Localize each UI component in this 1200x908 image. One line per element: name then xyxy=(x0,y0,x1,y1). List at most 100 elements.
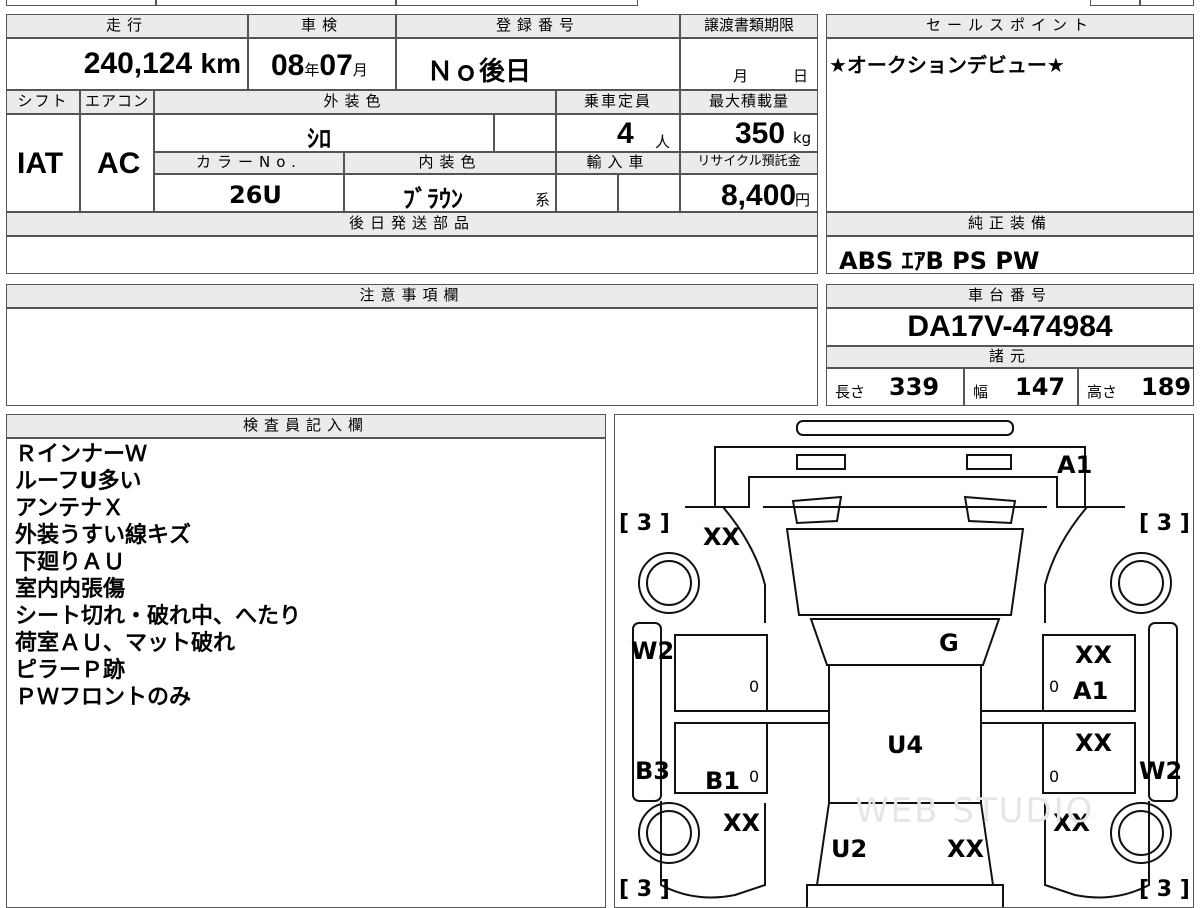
rear-bumper-shape xyxy=(806,884,1004,907)
tire-count-rear-left: [ 3 ] xyxy=(619,877,670,902)
registration-label: 登録番号 xyxy=(396,14,680,38)
inspector-note: ピラーＰ跡 xyxy=(15,658,126,683)
tire-count-front-left: [ 3 ] xyxy=(619,511,670,536)
caution-box xyxy=(6,308,818,406)
top-strip-1 xyxy=(6,0,156,6)
damage-diagram: [ 3 ] [ 3 ] [ 3 ] [ 3 ] A1 XX G XX A1 XX… xyxy=(614,414,1194,908)
mark-g-hood: G xyxy=(939,629,959,657)
right-fender-curve xyxy=(1044,506,1125,623)
color-no-cell: 26U xyxy=(154,174,344,212)
mark-xx-rear-right-door: XX xyxy=(1075,729,1113,757)
inspector-note: アンテナＸ xyxy=(15,496,125,521)
odometer-unit: km xyxy=(200,48,241,79)
top-strip-2 xyxy=(156,0,396,6)
spec-width-cell: 幅 147 xyxy=(964,368,1078,406)
interior-color-suffix: 系 xyxy=(535,191,551,209)
specs-label: 諸元 xyxy=(826,346,1194,368)
wheel-rear-left-inner xyxy=(646,810,692,856)
recycle-cell: 8,400 円 xyxy=(680,174,818,212)
inspector-note: 外装うすい線キズ xyxy=(15,523,192,548)
windshield-shape xyxy=(785,528,1025,616)
caution-label: 注意事項欄 xyxy=(6,284,818,308)
inspector-notes-box: ＲインナーＷ ルーフU多い アンテナＸ 外装うすい線キズ 下廻りＡＵ 室内内張傷… xyxy=(6,438,606,908)
capacity-cell: 4 人 xyxy=(556,114,680,152)
inspector-label: 検査員記入欄 xyxy=(6,414,606,438)
chassis-box: DA17V-474984 xyxy=(826,308,1194,346)
interior-color-value: ﾌﾞﾗｳﾝ xyxy=(403,185,463,212)
shaken-month: 07 xyxy=(319,49,353,82)
spec-width-label: 幅 xyxy=(973,383,989,401)
headlamp-left xyxy=(791,495,843,525)
spec-length-value: 339 xyxy=(889,373,940,401)
inspector-note: 室内内張傷 xyxy=(15,577,126,602)
max-load-value: 350 xyxy=(735,117,786,150)
aircon-value: AC xyxy=(97,147,141,180)
sales-point-label: セールスポイント xyxy=(826,14,1194,38)
transfer-deadline-month-unit: 月 xyxy=(733,67,749,85)
mark-xx-front-left: XX xyxy=(703,523,741,551)
mark-b3-left: B3 xyxy=(635,757,670,785)
exterior-color-value: ｼﾛ xyxy=(307,125,331,152)
recycle-value: 8,400 xyxy=(721,179,797,212)
spec-height-label: 高さ xyxy=(1087,383,1118,401)
mark-zero-left-rear: 0 xyxy=(749,767,760,786)
mark-b1: B1 xyxy=(705,767,740,795)
genuine-equipment-box: ABS ｴｱB PS PW xyxy=(826,236,1194,275)
top-strip-4 xyxy=(1090,0,1140,6)
shaken-cell: 08年07月 xyxy=(248,38,396,90)
inspector-note: ＰＷフロントのみ xyxy=(15,685,192,710)
import-label: 輸入車 xyxy=(556,152,680,174)
shaken-year: 08 xyxy=(271,49,305,82)
mark-xx-front-right-door: XX xyxy=(1075,641,1113,669)
tire-count-front-right: [ 3 ] xyxy=(1139,511,1190,536)
exterior-color-extra-cell xyxy=(494,114,556,152)
sales-point-text: ★オークションデビュー★ xyxy=(829,53,1065,77)
inspector-note: シート切れ・破れ中、へたり xyxy=(15,604,302,629)
odometer-cell: 240,124 km xyxy=(6,38,248,90)
mark-xx-rear-center: XX xyxy=(947,835,985,863)
shift-label: シフト xyxy=(6,90,80,114)
top-strip-5 xyxy=(1140,0,1194,6)
mark-zero-right-rear: 0 xyxy=(1049,767,1060,786)
inspector-note: ルーフU多い xyxy=(15,469,142,494)
cowl-shape xyxy=(809,618,1001,666)
genuine-equipment-label: 純正装備 xyxy=(826,212,1194,236)
later-parts-label: 後日発送部品 xyxy=(6,212,818,236)
recycle-label: リサイクル預託金 xyxy=(680,152,818,174)
spec-width-value: 147 xyxy=(1015,373,1066,401)
top-strip-3 xyxy=(396,0,638,6)
shaken-date: 08年07月 xyxy=(271,49,368,83)
odometer-value: 240,124 xyxy=(83,47,193,80)
max-load-label: 最大積載量 xyxy=(680,90,818,114)
color-no-value: 26U xyxy=(229,181,282,209)
front-bumper-shape xyxy=(796,420,1014,436)
shaken-label: 車検 xyxy=(248,14,396,38)
import-cell-2 xyxy=(618,174,680,212)
registration-cell: Ｎｏ後日 xyxy=(396,38,680,90)
interior-color-label: 内装色 xyxy=(344,152,556,174)
color-no-label: カラーNo. xyxy=(154,152,344,174)
headlamp-right xyxy=(963,495,1017,525)
wheel-rear-right-inner xyxy=(1118,810,1164,856)
tire-count-rear-right: [ 3 ] xyxy=(1139,877,1190,902)
shift-cell: IAT xyxy=(6,114,80,212)
aircon-cell: AC xyxy=(80,114,154,212)
mark-xx-rear-left: XX xyxy=(723,809,761,837)
shaken-year-unit: 年 xyxy=(304,61,320,79)
shaken-month-unit: 月 xyxy=(352,61,368,79)
genuine-equipment-value: ABS ｴｱB PS PW xyxy=(839,247,1040,275)
mark-w2-left: W2 xyxy=(631,637,675,665)
inspector-note: 荷室ＡＵ、マット破れ xyxy=(15,631,236,656)
capacity-unit: 人 xyxy=(655,133,671,151)
wheel-front-left-inner xyxy=(646,560,692,606)
spec-height-cell: 高さ 189 xyxy=(1078,368,1194,406)
import-cell-1 xyxy=(556,174,618,212)
mark-w2-right: W2 xyxy=(1139,757,1183,785)
mark-zero-right-front: 0 xyxy=(1049,677,1060,696)
odometer-value-group: 240,124 km xyxy=(84,47,241,81)
spec-height-value: 189 xyxy=(1141,373,1192,401)
capacity-value: 4 xyxy=(617,117,634,150)
max-load-cell: 350 kg xyxy=(680,114,818,152)
max-load-unit: kg xyxy=(793,129,812,147)
interior-color-cell: ﾌﾞﾗｳﾝ 系 xyxy=(344,174,556,212)
